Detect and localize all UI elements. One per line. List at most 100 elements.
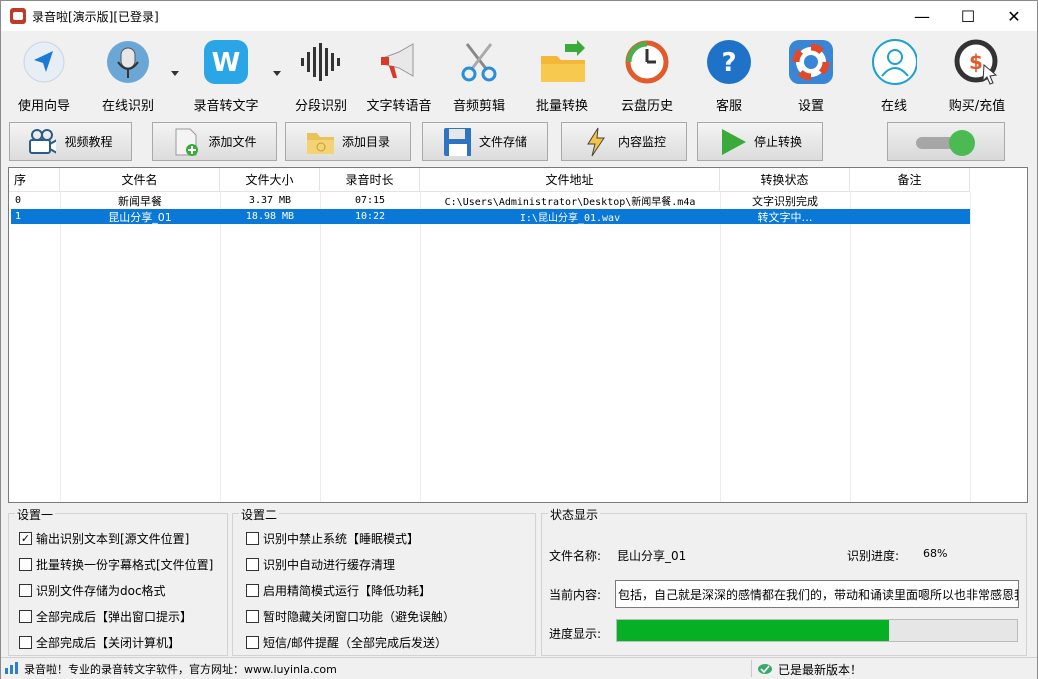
toolbar-cloud-history-button[interactable]: 云盘历史 [605, 35, 689, 117]
progress-percent: 68% [923, 547, 948, 560]
toolbar-audio-to-text-button[interactable]: W 录音转文字 [181, 35, 271, 117]
toolbar-online-user-button[interactable]: 在线 [853, 35, 935, 117]
toolbar-guide-button[interactable]: 使用向导 [1, 35, 87, 117]
option-auto-clear-cache[interactable]: 识别中自动进行缓存清理 [246, 556, 395, 573]
table-row-selected[interactable]: 1 昆山分享_01 18.98 MB 10:22 I:\昆山分享_01.wav … [11, 209, 970, 224]
add-folder-label: 添加目录 [341, 135, 390, 149]
toolbar-settings-label: 设置 [797, 99, 824, 114]
toolbar-audio-edit-label: 音频剪辑 [452, 99, 505, 114]
toolbar-settings-button[interactable]: 设置 [769, 35, 853, 117]
checkbox[interactable] [246, 610, 259, 623]
option-prevent-sleep[interactable]: 识别中禁止系统【睡眠模式】 [246, 530, 419, 547]
checkbox[interactable] [246, 584, 259, 597]
table-header: 序 文件名 文件大小 录音时长 文件地址 转换状态 备注 [9, 168, 970, 192]
toolbar-batch-convert-label: 批量转换 [535, 99, 588, 114]
column-header-path[interactable]: 文件地址 [420, 168, 720, 192]
history-clock-icon [624, 39, 670, 85]
row-path: C:\Users\Administrator\Desktop\新闻早餐.m4a [444, 197, 696, 208]
toolbar-segment-recognize-button[interactable]: 分段识别 [283, 35, 359, 117]
svg-text:$: $ [969, 50, 983, 74]
option-save-doc[interactable]: 识别文件存储为doc格式 [19, 582, 166, 599]
help-question-icon: ? [706, 39, 752, 85]
option-label: 批量转换一份字幕格式[文件位置] [36, 558, 214, 572]
content-monitor-button[interactable]: 内容监控 [561, 122, 687, 161]
checkbox[interactable] [19, 610, 32, 623]
toggle-knob [949, 130, 975, 156]
toolbar-cloud-history-label: 云盘历史 [620, 99, 673, 114]
current-content-label: 当前内容: [549, 588, 602, 602]
checkbox[interactable] [19, 558, 32, 571]
video-tutorial-button[interactable]: 视频教程 [9, 122, 132, 161]
audio-to-text-dropdown[interactable] [271, 35, 283, 117]
status-bar: 录音啦！专业的录音转文字软件，官方网址：www.luyinla.com 已是最新… [1, 657, 1037, 679]
toolbar-purchase-button[interactable]: $ 购买/充值 [935, 35, 1019, 117]
cloud-check-icon [757, 661, 773, 678]
column-header-filename[interactable]: 文件名 [60, 168, 220, 192]
website-text: 录音啦！专业的录音转文字软件，官方网址：www.luyinla.com [24, 663, 337, 676]
option-sms-email-notify[interactable]: 短信/邮件提醒（全部完成后发送） [246, 634, 447, 651]
row-index: 0 [15, 195, 22, 206]
online-recognize-dropdown[interactable] [169, 35, 181, 117]
row-note [850, 209, 970, 224]
file-storage-button[interactable]: 文件存储 [422, 122, 548, 161]
checkbox-checked[interactable]: ✓ [19, 532, 32, 545]
dollar-cursor-icon: $ [954, 39, 1000, 85]
stop-convert-button[interactable]: 停止转换 [697, 122, 823, 161]
option-lite-mode[interactable]: 启用精简模式运行【降低功耗】 [246, 582, 431, 599]
minimize-button[interactable]: — [899, 1, 945, 31]
column-header-size[interactable]: 文件大小 [220, 168, 320, 192]
column-header-index[interactable]: 序 [9, 168, 60, 192]
option-popup-on-finish[interactable]: 全部完成后【弹出窗口提示】 [19, 608, 192, 625]
add-folder-button[interactable]: 添加目录 [285, 122, 411, 161]
toolbar-audio-edit-button[interactable]: 音频剪辑 [439, 35, 519, 117]
progress-bar-fill [617, 620, 889, 641]
option-output-to-source[interactable]: ✓ 输出识别文本到[源文件位置] [19, 530, 189, 547]
current-content-field[interactable]: 包括，自己就是深深的感情都在我们的，带动和诵读里面嗯所以也非常感恩我 [615, 580, 1019, 608]
column-header-status[interactable]: 转换状态 [720, 168, 850, 192]
file-name-value: 昆山分享_01 [617, 549, 687, 563]
status-bar-right: 已是最新版本！ [757, 661, 862, 678]
row-duration: 10:22 [354, 211, 386, 222]
option-label: 识别中自动进行缓存清理 [263, 558, 396, 572]
w-logo-icon: W [203, 39, 249, 85]
toolbar-text-to-speech-label: 文字转语音 [366, 99, 432, 114]
option-label: 暂时隐藏关闭窗口功能（避免误触） [263, 610, 456, 624]
checkbox[interactable] [19, 584, 32, 597]
checkbox[interactable] [246, 532, 259, 545]
toolbar-online-recognize-button[interactable]: 在线识别 [87, 35, 169, 117]
app-window: 录音啦[演示版][已登录] — ☐ ✕ 使用向导 在线识别 W 录音转文字 分段… [0, 0, 1038, 679]
close-button[interactable]: ✕ [991, 1, 1037, 31]
app-logo-icon [10, 8, 26, 24]
toolbar-audio-to-text-label: 录音转文字 [193, 99, 259, 114]
column-header-duration[interactable]: 录音时长 [320, 168, 420, 192]
option-hide-close[interactable]: 暂时隐藏关闭窗口功能（避免误触） [246, 608, 455, 625]
maximize-button[interactable]: ☐ [945, 1, 991, 31]
status-bar-left: 录音啦！专业的录音转文字软件，官方网址：www.luyinla.com [5, 661, 337, 677]
row-status: 转文字中… [757, 210, 813, 224]
mode-toggle-switch[interactable] [887, 122, 1005, 161]
toolbar-online-recognize-label: 在线识别 [101, 99, 154, 114]
option-shutdown-on-finish[interactable]: 全部完成后【关闭计算机】 [19, 634, 180, 651]
column-header-note[interactable]: 备注 [850, 168, 970, 192]
lifebuoy-icon [788, 39, 834, 85]
play-triangle-icon [718, 128, 746, 156]
megaphone-icon [376, 39, 422, 85]
row-size: 3.37 MB [248, 195, 292, 206]
toolbar-support-button[interactable]: ? 客服 [689, 35, 769, 117]
add-file-icon [172, 128, 200, 156]
checkbox[interactable] [19, 636, 32, 649]
option-batch-subtitle[interactable]: 批量转换一份字幕格式[文件位置] [19, 556, 213, 573]
checkbox[interactable] [246, 558, 259, 571]
toolbar-batch-convert-button[interactable]: 批量转换 [519, 35, 605, 117]
toolbar-text-to-speech-button[interactable]: 文字转语音 [359, 35, 439, 117]
checkbox[interactable] [246, 636, 259, 649]
stop-convert-label: 停止转换 [753, 135, 802, 149]
option-label: 全部完成后【弹出窗口提示】 [36, 610, 193, 624]
toolbar-online-user-label: 在线 [880, 99, 907, 114]
status-group-title: 状态显示 [548, 506, 601, 523]
file-list-table: 序 文件名 文件大小 录音时长 文件地址 转换状态 备注 0 新闻早餐 3.37… [8, 167, 1028, 503]
floppy-disk-icon [443, 127, 471, 156]
table-row[interactable]: 0 新闻早餐 3.37 MB 07:15 C:\Users\Administra… [11, 193, 970, 209]
add-file-button[interactable]: 添加文件 [152, 122, 277, 161]
toolbar-support-label: 客服 [715, 99, 742, 114]
